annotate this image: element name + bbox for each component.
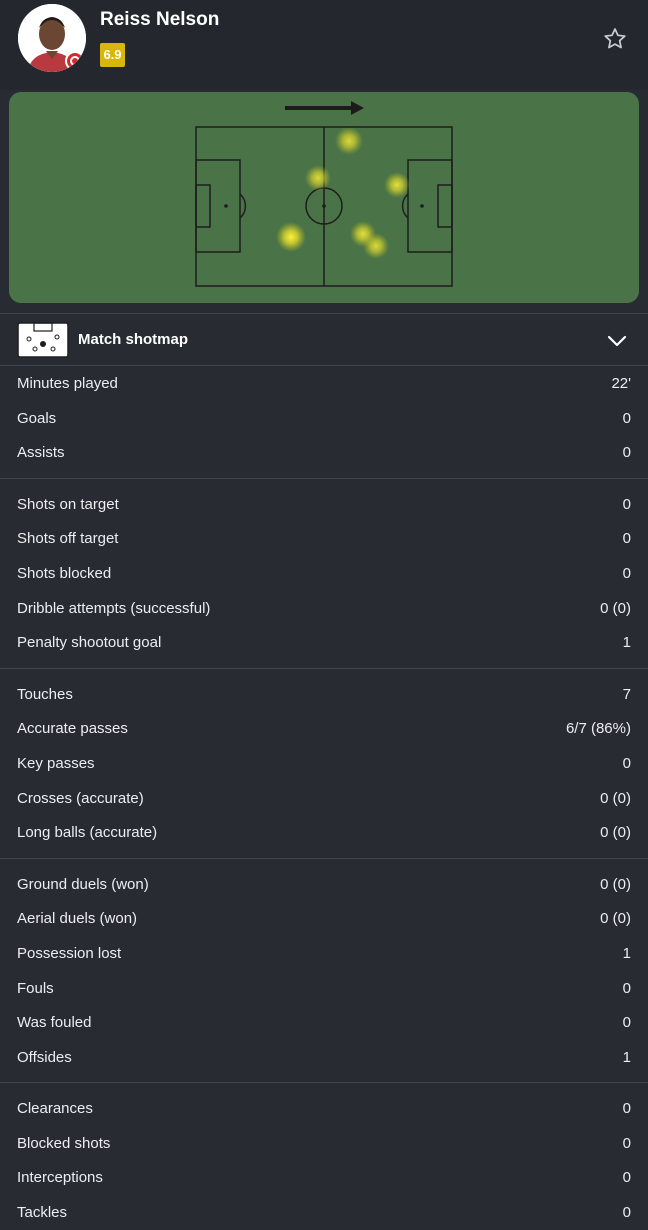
stat-value: 0 [622,495,631,513]
stat-value: 0 [622,1014,631,1032]
stat-row: Was fouled 0 [0,1005,648,1040]
stat-row: Offsides 1 [0,1040,648,1075]
stat-value: 0 [622,1134,631,1152]
player-header: Reiss Nelson 6.9 [0,0,648,90]
stat-label: Key passes [17,754,95,772]
stat-row: Touches 7 [0,677,648,712]
stat-row: Clearances 0 [0,1091,648,1126]
stat-label: Was fouled [17,1014,92,1032]
heatmap [9,92,639,303]
player-avatar [18,4,86,72]
stat-label: Interceptions [17,1169,103,1187]
stat-row: Shots on target 0 [0,487,648,522]
stat-value: 0 [622,1100,631,1118]
stat-row: Minutes played 22' [0,366,648,401]
stat-label: Shots blocked [17,564,112,582]
stat-label: Touches [17,685,73,703]
attack-direction-arrow [285,101,364,115]
stat-label: Penalty shootout goal [17,634,162,652]
stat-value: 1 [622,1048,631,1066]
stat-row: Tackles 0 [0,1195,648,1230]
stat-value: 0 [622,1169,631,1187]
stat-label: Aerial duels (won) [17,910,138,928]
stat-label: Long balls (accurate) [17,824,158,842]
stat-row: Aerial duels (won) 0 (0) [0,901,648,936]
stat-value: 0 [622,444,631,462]
stat-row: Key passes 0 [0,746,648,781]
stat-row: Blocked shots 0 [0,1126,648,1161]
stat-value: 0 [622,564,631,582]
stat-row: Accurate passes 6/7 (86%) [0,711,648,746]
stat-group: Touches 7 Accurate passes 6/7 (86%) Key pass… [0,669,648,859]
stat-group: Ground duels (won) 0 (0) Aerial duels (won… [0,859,648,1084]
stat-value: 0 (0) [600,875,631,893]
stat-row: Dribble attempts (successful) 0 (0) [0,591,648,626]
player-name: Reiss Nelson [100,9,220,30]
stat-label: Blocked shots [17,1134,111,1152]
stat-row: Long balls (accurate) 0 (0) [0,815,648,850]
stat-value: 0 (0) [600,824,631,842]
star-outline-icon[interactable] [602,26,628,52]
stat-label: Ground duels (won) [17,875,149,893]
chevron-down-icon[interactable] [606,330,628,352]
stat-group: Minutes played 22' Goals 0 Assists 0 [0,366,648,479]
stat-group: Clearances 0 Blocked shots 0 Interceptions 0 T… [0,1083,648,1229]
stat-value: 0 [622,409,631,427]
stat-value: 22' [611,375,631,392]
stat-label: Possession lost [17,944,122,962]
stat-row: Goals 0 [0,401,648,436]
stat-value: 6/7 (86%) [565,720,631,738]
stat-row: Assists 0 [0,435,648,470]
stat-row: Crosses (accurate) 0 (0) [0,781,648,816]
stat-label: Tackles [17,1204,68,1222]
stat-group: Shots on target 0 Shots off target 0 Shots b… [0,479,648,669]
stat-row: Fouls 0 [0,971,648,1006]
stat-label: Assists [17,444,65,462]
stat-value: 0 (0) [600,789,631,807]
pitch-icon [17,322,69,358]
match-shotmap-toggle[interactable]: Match shotmap [0,313,648,366]
stat-row: Penalty shootout goal 1 [0,625,648,660]
stat-label: Goals [17,409,57,427]
stat-label: Dribble attempts (successful) [17,599,211,617]
stat-value: 0 (0) [600,910,631,928]
rating-badge: 6.9 [100,43,125,67]
stat-row: Shots off target 0 [0,521,648,556]
stat-row: Ground duels (won) 0 (0) [0,867,648,902]
stat-label: Clearances [17,1100,93,1118]
stat-label: Fouls [17,979,54,997]
stat-value: 1 [622,944,631,962]
stat-label: Shots on target [17,495,119,513]
stat-row: Possession lost 1 [0,936,648,971]
stat-label: Accurate passes [17,720,128,738]
shotmap-label: Match shotmap [78,331,189,348]
stat-label: Offsides [17,1048,72,1066]
stat-row: Interceptions 0 [0,1160,648,1195]
stat-label: Shots off target [17,530,119,548]
stat-label: Crosses (accurate) [17,789,144,807]
heat-spots [276,127,410,259]
stats-list: Minutes played 22' Goals 0 Assists 0 Shots on … [0,366,648,1230]
stat-value: 1 [622,634,631,652]
stat-label: Minutes played [17,375,118,392]
stat-value: 0 (0) [600,599,631,617]
stat-row: Shots blocked 0 [0,556,648,591]
stat-value: 0 [622,754,631,772]
stat-value: 0 [622,979,631,997]
stat-value: 7 [622,685,631,703]
stat-value: 0 [622,1204,631,1222]
stat-value: 0 [622,530,631,548]
